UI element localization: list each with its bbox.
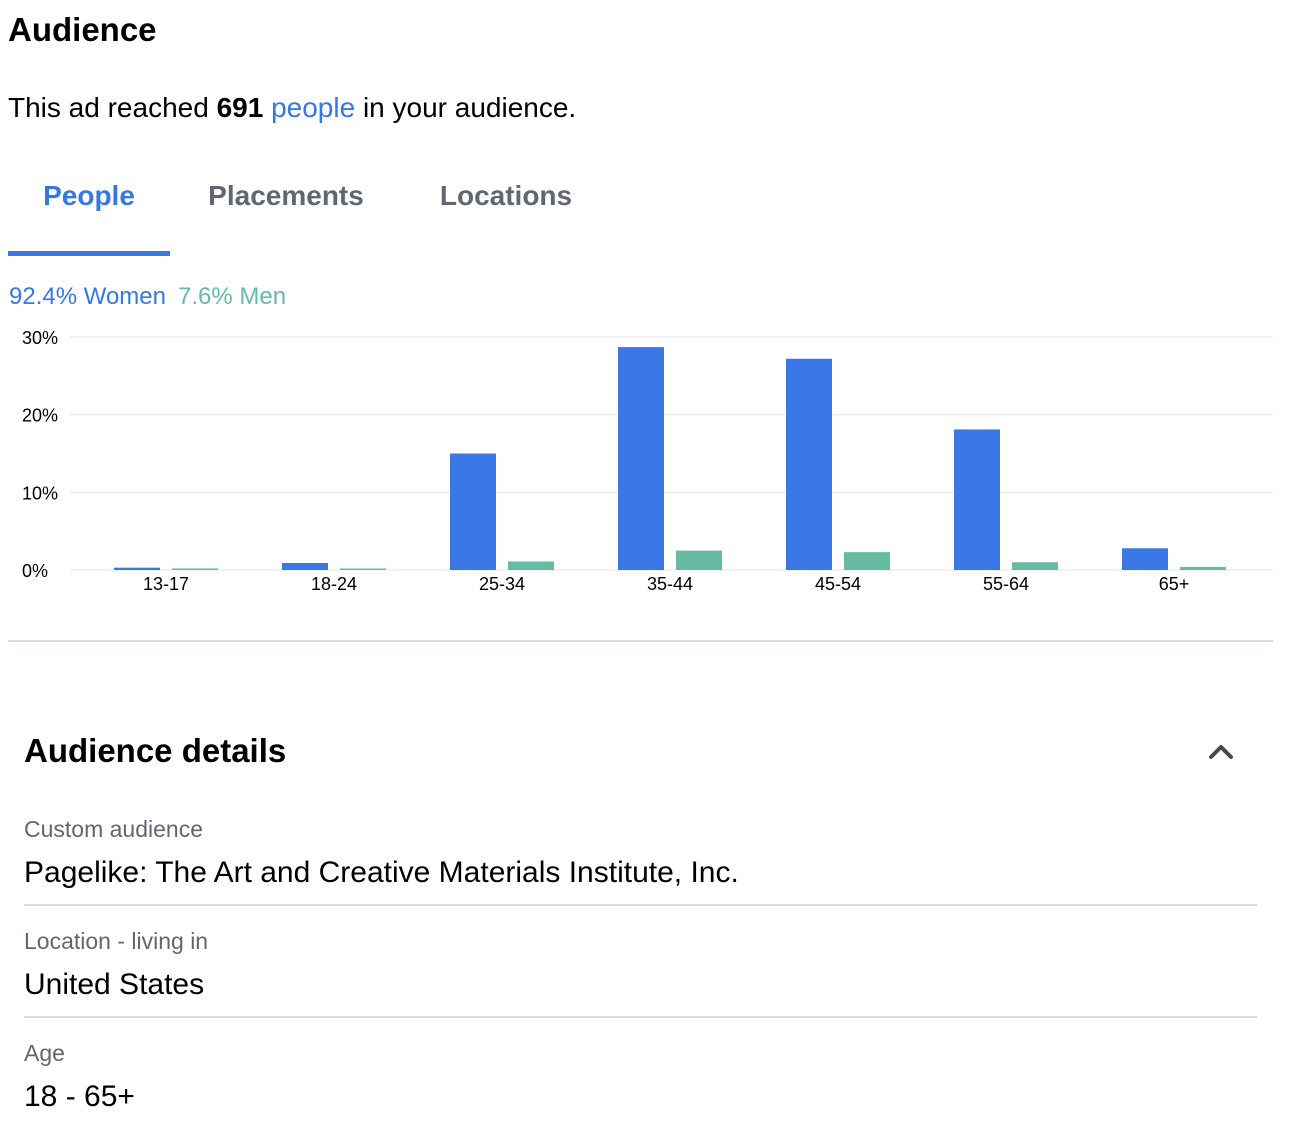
detail-age: Age 18 - 65+ [24,1038,1257,1116]
x-tick-label: 65+ [1159,574,1190,594]
x-tick-label: 55-64 [983,574,1029,594]
bar-women-45-54 [786,358,832,570]
detail-label: Custom audience [24,816,203,842]
x-tick-label: 35-44 [647,574,693,594]
x-tick-label: 45-54 [815,574,861,594]
bar-men-13-17 [172,568,218,570]
bar-men-55-64 [1012,562,1058,570]
x-tick-label: 25-34 [479,574,525,594]
age-gender-bar-chart: 0% 10% 20% 30% 13-17 18-24 25-34 35-44 45-54 55-6… [22,328,1273,594]
detail-label: Location - living in [24,928,209,954]
x-tick-label: 13-17 [143,574,189,594]
reach-summary: This ad reached 691 people in your audie… [8,90,576,126]
detail-label: Age [24,1040,65,1066]
bar-men-25-34 [508,561,554,570]
y-tick-label: 0% [22,561,48,581]
detail-value: United States [24,968,205,1001]
bar-men-35-44 [676,550,722,570]
audience-details-title: Audience details [24,732,287,769]
tab-placements-label: Placements [208,180,364,211]
detail-value: Pagelike: The Art and Creative Materials… [24,856,739,889]
audience-tabs: People Placements Locations [8,168,708,256]
detail-divider [24,904,1257,906]
bar-men-18-24 [340,568,386,570]
chart-divider [8,640,1273,642]
summary-prefix: This ad reached [8,92,217,123]
bar-women-65+ [1122,548,1168,570]
tab-locations-label: Locations [439,180,573,211]
bar-men-45-54 [844,552,890,570]
y-tick-label: 20% [22,406,58,426]
chevron-up-icon [1209,745,1233,759]
bar-women-35-44 [618,347,664,570]
bar-women-18-24 [282,563,328,570]
people-link[interactable]: people [271,92,355,123]
page-title: Audience [8,11,157,48]
bar-men-65+ [1180,566,1226,570]
active-tab-indicator [8,251,170,256]
bar-women-25-34 [450,453,496,570]
tab-locations[interactable]: Locations [413,168,599,256]
legend-men: 7.6% Men [177,283,287,310]
detail-custom-audience: Custom audience Pagelike: The Art and Cr… [24,814,1257,892]
collapse-details-button[interactable] [1203,733,1239,769]
detail-location: Location - living in United States [24,926,1257,1004]
x-tick-label: 18-24 [311,574,357,594]
legend-women: 92.4% Women [9,283,166,310]
detail-value: 18 - 65+ [24,1080,135,1113]
tab-people-label: People [43,180,135,211]
tab-placements[interactable]: Placements [188,168,384,256]
summary-suffix: in your audience. [355,92,577,123]
bar-women-55-64 [954,429,1000,570]
tab-people[interactable]: People [8,168,170,256]
detail-divider [24,1016,1257,1018]
reach-count: 691 [216,92,264,123]
y-tick-label: 30% [22,328,58,348]
gender-legend: 92.4% Women 7.6% Men [9,282,286,312]
bar-women-13-17 [114,567,160,570]
y-tick-label: 10% [22,483,58,503]
